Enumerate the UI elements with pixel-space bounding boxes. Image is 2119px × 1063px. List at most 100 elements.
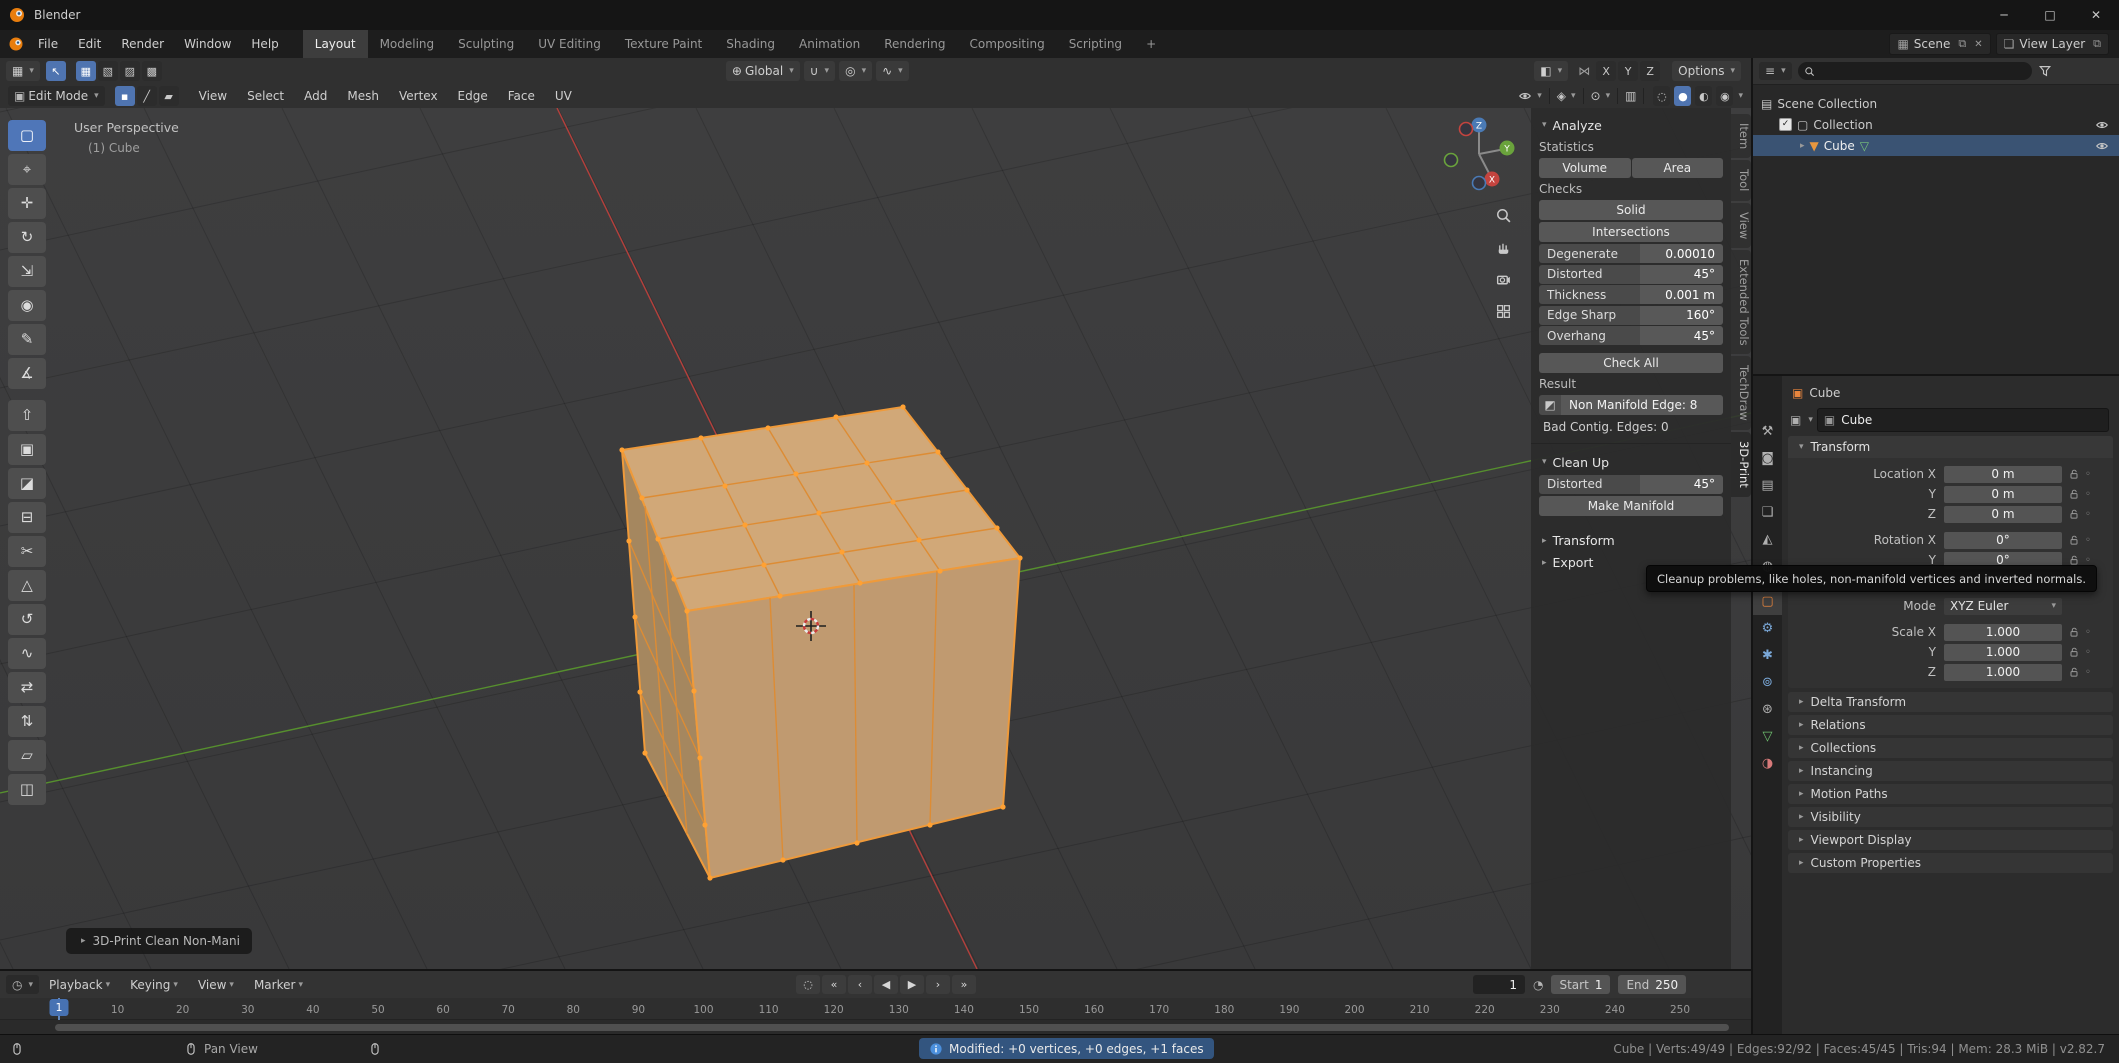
properties-tab-object[interactable]: ▢ — [1753, 588, 1782, 615]
workspace-tab-shading[interactable]: Shading — [714, 30, 787, 58]
tool-smooth[interactable]: ∿ — [8, 638, 46, 669]
check-row-distorted[interactable]: Distorted45° — [1539, 265, 1723, 284]
tool-transform[interactable]: ◉ — [8, 290, 46, 321]
check-value-field[interactable]: 0.00010 — [1640, 244, 1723, 263]
chevron-down-icon[interactable]: ▾ — [1738, 91, 1743, 101]
viewport-menu-edge[interactable]: Edge — [448, 84, 498, 108]
search-input[interactable] — [1798, 62, 2032, 80]
animate-dot[interactable]: ◦ — [2085, 509, 2091, 520]
navigation-gizmo[interactable]: Z Y X — [1437, 112, 1521, 196]
viewport-menu-select[interactable]: Select — [237, 84, 294, 108]
select-mode-face-button[interactable]: ▰ — [159, 86, 179, 106]
jump-to-start-button[interactable]: « — [822, 975, 846, 994]
object-name-field[interactable]: ▣ Cube — [1817, 408, 2109, 432]
collection-checkbox[interactable]: ✓ — [1779, 118, 1792, 131]
3d-viewport[interactable]: User Perspective (1) Cube ▢⌖✛↻⇲◉✎∡⇧▣◪⊟✂△… — [0, 108, 1751, 969]
tool-select-box[interactable]: ▢ — [8, 120, 46, 151]
lock-icon[interactable] — [2068, 646, 2080, 658]
workspace-tab-animation[interactable]: Animation — [787, 30, 872, 58]
transform-value-field[interactable]: 0° — [1944, 532, 2062, 549]
sidebar-tab-item[interactable]: Item — [1731, 114, 1751, 158]
analyze-section-header[interactable]: ▾ Analyze — [1539, 114, 1723, 136]
xray-toggle-icon[interactable]: ▥ — [1625, 89, 1636, 103]
timeline-menu-keying[interactable]: Keying▾ — [120, 971, 188, 998]
options-dropdown[interactable]: Options ▾ — [1672, 61, 1741, 81]
auto-keying-button[interactable]: ◌ — [796, 975, 820, 994]
shading-solid-button[interactable]: ● — [1674, 86, 1691, 106]
menu-render[interactable]: Render — [111, 30, 174, 58]
properties-tab-constraints[interactable]: ⊛ — [1753, 696, 1782, 723]
visibility-eye-icon[interactable] — [2095, 118, 2109, 132]
tool-move[interactable]: ✛ — [8, 188, 46, 219]
tool-overflow-dropdown[interactable]: ◧ ▾ — [1534, 61, 1568, 81]
playhead-frame-badge[interactable]: 1 — [50, 999, 69, 1016]
tool-scale[interactable]: ⇲ — [8, 256, 46, 287]
properties-tab-output[interactable]: ▤ — [1753, 472, 1782, 499]
viewport-menu-add[interactable]: Add — [294, 84, 337, 108]
sidebar-tab-extended-tools[interactable]: Extended Tools — [1731, 250, 1751, 355]
tool-inset-faces[interactable]: ▣ — [8, 434, 46, 465]
workspace-tab-scripting[interactable]: Scripting — [1057, 30, 1134, 58]
menu-help[interactable]: Help — [241, 30, 288, 58]
section-relations[interactable]: ▸Relations — [1788, 715, 2113, 735]
minimize-button[interactable]: ─ — [1981, 0, 2027, 30]
next-keyframe-button[interactable]: › — [926, 975, 950, 994]
check-row-thickness[interactable]: Thickness0.001 m — [1539, 285, 1723, 304]
viewport-menu-view[interactable]: View — [189, 84, 237, 108]
check-row-overhang[interactable]: Overhang45° — [1539, 326, 1723, 345]
viewport-menu-mesh[interactable]: Mesh — [337, 84, 389, 108]
tool-shear[interactable]: ▱ — [8, 740, 46, 771]
transform-value-field[interactable]: 0 m — [1944, 486, 2062, 503]
jump-to-end-button[interactable]: » — [952, 975, 976, 994]
chevron-down-icon[interactable]: ▾ — [1808, 415, 1813, 425]
check-value-field[interactable]: 160° — [1640, 306, 1723, 325]
animate-dot[interactable]: ◦ — [2085, 535, 2091, 546]
camera-view-button[interactable] — [1491, 267, 1515, 291]
properties-tab-tool[interactable]: ⚒ — [1753, 418, 1782, 445]
mirror-x-toggle[interactable]: X — [1596, 61, 1616, 81]
maximize-button[interactable]: □ — [2027, 0, 2073, 30]
solid-check-button[interactable]: Solid — [1539, 200, 1723, 220]
tool-spin[interactable]: ↺ — [8, 604, 46, 635]
select-mode-vertex-button[interactable]: ▪ — [115, 86, 135, 106]
current-frame-field[interactable]: 1 — [1473, 975, 1525, 994]
distorted-value-field[interactable]: 45° — [1640, 475, 1723, 494]
workspace-tab-rendering[interactable]: Rendering — [872, 30, 957, 58]
info-report[interactable]: Modified: +0 vertices, +0 edges, +1 face… — [919, 1038, 1214, 1059]
timeline-menu-playback[interactable]: Playback▾ — [39, 971, 120, 998]
properties-tab-physics[interactable]: ⊚ — [1753, 669, 1782, 696]
check-all-button[interactable]: Check All — [1539, 353, 1723, 373]
lock-icon[interactable] — [2068, 626, 2080, 638]
properties-tab-particles[interactable]: ✱ — [1753, 642, 1782, 669]
viewport-menu-vertex[interactable]: Vertex — [389, 84, 448, 108]
check-row-degenerate[interactable]: Degenerate0.00010 — [1539, 244, 1723, 263]
transform-value-field[interactable]: 0 m — [1944, 506, 2062, 523]
operator-panel[interactable]: ▸ 3D-Print Clean Non-Mani — [66, 928, 252, 954]
disclosure-icon[interactable]: ▸ — [1800, 141, 1805, 151]
play-button[interactable]: ▶ — [900, 975, 924, 994]
outliner-row-collection[interactable]: ✓▢Collection — [1753, 114, 2119, 135]
horizontal-scrollbar[interactable] — [55, 1024, 1729, 1031]
scene-selector[interactable]: ▦ Scene ⧉ ✕ — [1889, 33, 1990, 55]
start-frame-field[interactable]: Start 1 — [1551, 975, 1610, 994]
timeline-ruler[interactable]: 1020304050607080901001101201301401501601… — [0, 998, 1751, 1020]
transform-panel-header[interactable]: ▾ Transform — [1788, 436, 2113, 458]
workspace-tab-compositing[interactable]: Compositing — [957, 30, 1056, 58]
area-button[interactable]: Area — [1632, 158, 1724, 178]
chevron-down-icon[interactable]: ▾ — [1606, 91, 1611, 101]
properties-tab-data[interactable]: ▽ — [1753, 723, 1782, 750]
menu-file[interactable]: File — [28, 30, 68, 58]
check-row-edge-sharp[interactable]: Edge Sharp160° — [1539, 306, 1723, 325]
section-instancing[interactable]: ▸Instancing — [1788, 761, 2113, 781]
tool-annotate[interactable]: ✎ — [8, 324, 46, 355]
visibility-eye-icon[interactable] — [1518, 89, 1532, 103]
lock-icon[interactable] — [2068, 468, 2080, 480]
preview-range-icon[interactable]: ◔ — [1533, 978, 1543, 992]
rotation-mode-dropdown[interactable]: XYZ Euler ▾ — [1944, 598, 2062, 615]
close-button[interactable]: ✕ — [2073, 0, 2119, 30]
play-reverse-button[interactable]: ◀ — [874, 975, 898, 994]
blender-menu-icon[interactable] — [8, 36, 24, 52]
timeline-track-area[interactable] — [0, 1020, 1751, 1035]
cleanup-section-header[interactable]: ▾ Clean Up — [1539, 451, 1723, 473]
tool-rotate[interactable]: ↻ — [8, 222, 46, 253]
